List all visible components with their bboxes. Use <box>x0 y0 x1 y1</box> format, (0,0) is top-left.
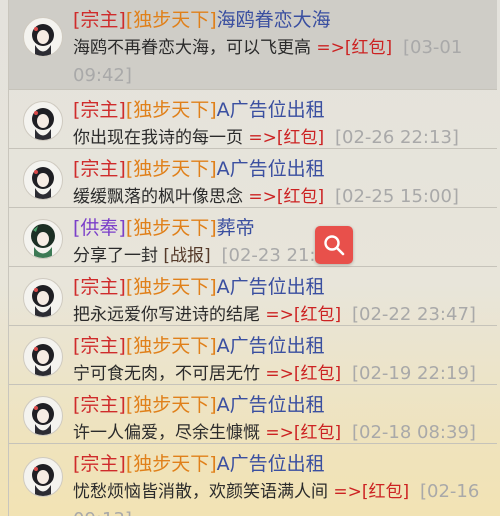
rank-label: [宗主] <box>73 9 126 31</box>
clan-label[interactable]: [独步天下] <box>126 335 217 357</box>
message-text: 把永远爱你写进诗的结尾 <box>73 305 260 325</box>
avatar[interactable] <box>23 160 63 200</box>
list-item[interactable]: [宗主][独步天下]A广告位出租 把永远爱你写进诗的结尾 =>[红包] [02-… <box>9 267 497 326</box>
arrow: => <box>265 305 294 325</box>
rank-label: [宗主] <box>73 99 126 121</box>
arrow: => <box>248 128 277 148</box>
clan-label[interactable]: [独步天下] <box>126 276 217 298</box>
message-text: 海鸥不再眷恋大海，可以飞更高 <box>73 38 311 58</box>
rank-label: [宗主] <box>73 453 126 475</box>
message-body: 缓缓飘落的枫叶像思念 =>[红包] [02-25 15:00] <box>73 183 491 211</box>
message-text: 许一人偏爱，尽余生慷慨 <box>73 423 260 443</box>
rank-label: [宗主] <box>73 276 126 298</box>
username[interactable]: A广告位出租 <box>217 453 325 475</box>
arrow: => <box>333 482 362 502</box>
clan-label[interactable]: [独步天下] <box>126 99 217 121</box>
message-header: [宗主][独步天下]海鸥眷恋大海 <box>73 8 331 32</box>
arrow: => <box>248 187 277 207</box>
message-text: 分享了一封 <box>73 246 158 266</box>
message-text: 缓缓飘落的枫叶像思念 <box>73 187 243 207</box>
arrow: => <box>265 423 294 443</box>
avatar[interactable] <box>23 219 63 259</box>
message-body: 你出现在我诗的每一页 =>[红包] [02-26 22:13] <box>73 124 491 152</box>
arrow: => <box>265 364 294 384</box>
timestamp: [02-19 22:19] <box>351 363 476 384</box>
avatar[interactable] <box>23 17 63 57</box>
timestamp: [02-25 15:00] <box>334 186 459 207</box>
red-packet-link[interactable]: [红包] <box>277 187 324 207</box>
list-item[interactable]: [宗主][独步天下]A广告位出租 许一人偏爱，尽余生慷慨 =>[红包] [02-… <box>9 385 497 444</box>
username[interactable]: A广告位出租 <box>217 158 325 180</box>
username[interactable]: A广告位出租 <box>217 335 325 357</box>
message-header: [供奉][独步天下]葬帝 <box>73 216 255 240</box>
message-body: 海鸥不再眷恋大海，可以飞更高 =>[红包] [03-01 09:42] <box>73 34 491 90</box>
clan-label[interactable]: [独步天下] <box>126 217 217 239</box>
red-packet-link[interactable]: [红包] <box>294 423 341 443</box>
avatar[interactable] <box>23 337 63 377</box>
message-text: 忧愁烦恼皆消散，欢颜笑语满人间 <box>73 482 328 502</box>
message-header: [宗主][独步天下]A广告位出租 <box>73 452 325 476</box>
message-body: 宁可食无肉，不可居无竹 =>[红包] [02-19 22:19] <box>73 360 491 388</box>
avatar[interactable] <box>23 278 63 318</box>
clan-label[interactable]: [独步天下] <box>126 453 217 475</box>
message-body: 分享了一封 [战报] [02-23 21:00] <box>73 242 491 270</box>
red-packet-link[interactable]: [红包] <box>294 305 341 325</box>
list-item[interactable]: [宗主][独步天下]A广告位出租 忧愁烦恼皆消散，欢颜笑语满人间 =>[红包] … <box>9 444 497 516</box>
timestamp: [02-18 08:39] <box>351 422 476 443</box>
rank-label: [宗主] <box>73 335 126 357</box>
list-item[interactable]: [宗主][独步天下]A广告位出租 缓缓飘落的枫叶像思念 =>[红包] [02-2… <box>9 149 497 208</box>
list-item[interactable]: [供奉][独步天下]葬帝 分享了一封 [战报] [02-23 21:00] <box>9 208 497 267</box>
chat-message-list[interactable]: [宗主][独步天下]海鸥眷恋大海 海鸥不再眷恋大海，可以飞更高 =>[红包] [… <box>8 0 497 516</box>
timestamp: [02-26 22:13] <box>334 127 459 148</box>
message-header: [宗主][独步天下]A广告位出租 <box>73 98 325 122</box>
message-header: [宗主][独步天下]A广告位出租 <box>73 334 325 358</box>
username[interactable]: 海鸥眷恋大海 <box>217 9 331 31</box>
message-body: 许一人偏爱，尽余生慷慨 =>[红包] [02-18 08:39] <box>73 419 491 447</box>
avatar[interactable] <box>23 396 63 436</box>
list-item[interactable]: [宗主][独步天下]A广告位出租 宁可食无肉，不可居无竹 =>[红包] [02-… <box>9 326 497 385</box>
message-body: 忧愁烦恼皆消散，欢颜笑语满人间 =>[红包] [02-16 09:13] <box>73 478 491 516</box>
message-body: 把永远爱你写进诗的结尾 =>[红包] [02-22 23:47] <box>73 301 491 329</box>
timestamp: [02-22 23:47] <box>351 304 476 325</box>
message-header: [宗主][独步天下]A广告位出租 <box>73 275 325 299</box>
username[interactable]: 葬帝 <box>217 217 255 239</box>
message-text: 你出现在我诗的每一页 <box>73 128 243 148</box>
avatar[interactable] <box>23 101 63 141</box>
username[interactable]: A广告位出租 <box>217 394 325 416</box>
message-header: [宗主][独步天下]A广告位出租 <box>73 157 325 181</box>
rank-label: [宗主] <box>73 158 126 180</box>
clan-label[interactable]: [独步天下] <box>126 394 217 416</box>
message-text: 宁可食无肉，不可居无竹 <box>73 364 260 384</box>
message-header: [宗主][独步天下]A广告位出租 <box>73 393 325 417</box>
rank-label: [宗主] <box>73 394 126 416</box>
search-icon <box>324 235 345 256</box>
username[interactable]: A广告位出租 <box>217 276 325 298</box>
red-packet-link[interactable]: [红包] <box>294 364 341 384</box>
list-item[interactable]: [宗主][独步天下]海鸥眷恋大海 海鸥不再眷恋大海，可以飞更高 =>[红包] [… <box>9 0 497 90</box>
red-packet-link[interactable]: [红包] <box>345 38 392 58</box>
rank-label: [供奉] <box>73 217 126 239</box>
red-packet-link[interactable]: [红包] <box>362 482 409 502</box>
search-button[interactable] <box>315 226 353 264</box>
clan-label[interactable]: [独步天下] <box>126 158 217 180</box>
avatar[interactable] <box>23 457 63 497</box>
list-item[interactable]: [宗主][独步天下]A广告位出租 你出现在我诗的每一页 =>[红包] [02-2… <box>9 90 497 149</box>
username[interactable]: A广告位出租 <box>217 99 325 121</box>
clan-label[interactable]: [独步天下] <box>126 9 217 31</box>
arrow: => <box>316 38 345 58</box>
battle-report-link[interactable]: [战报] <box>163 246 210 266</box>
red-packet-link[interactable]: [红包] <box>277 128 324 148</box>
